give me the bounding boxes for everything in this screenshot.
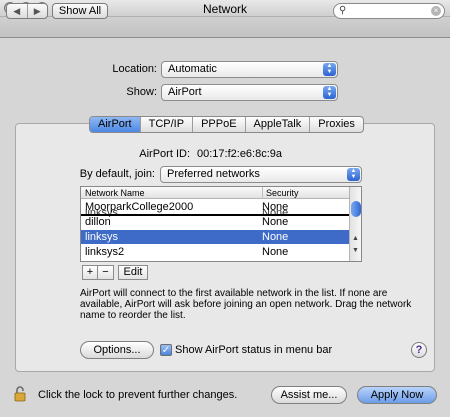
table-header: Network Name Security xyxy=(81,187,349,199)
table-row[interactable]: dillon None xyxy=(81,215,349,229)
scroll-down-icon[interactable]: ▼ xyxy=(350,247,361,254)
show-label: Show: xyxy=(126,86,157,98)
show-status-label[interactable]: Show AirPort status in menu bar xyxy=(175,344,332,356)
help-button[interactable]: ? xyxy=(411,342,427,358)
join-label: By default, join: xyxy=(79,168,155,180)
preferred-networks-table[interactable]: Network Name Security MoorparkCollege200… xyxy=(80,186,362,262)
toolbar xyxy=(0,17,450,38)
tab-appletalk[interactable]: AppleTalk xyxy=(244,117,310,132)
tab-airport[interactable]: AirPort xyxy=(90,117,140,132)
search-icon: ⚲ xyxy=(339,5,347,16)
show-popup[interactable]: AirPort ▲ ▼ xyxy=(161,84,338,101)
airport-id-value: 00:17:f2:e6:8c:9a xyxy=(197,148,283,160)
network-security: None xyxy=(262,231,289,243)
show-value: AirPort xyxy=(168,86,202,98)
back-arrow-icon[interactable]: ◀ xyxy=(7,4,27,18)
tab-tcpip[interactable]: TCP/IP xyxy=(139,117,192,132)
forward-arrow-icon[interactable]: ▶ xyxy=(26,4,48,18)
search-field[interactable]: ⚲ × xyxy=(333,3,445,19)
network-name: dillon xyxy=(85,216,111,228)
column-security[interactable]: Security xyxy=(262,187,299,199)
lock-icon[interactable] xyxy=(14,386,26,402)
popup-arrows-icon: ▲ ▼ xyxy=(323,63,336,76)
network-security: None xyxy=(262,246,289,258)
show-all-button[interactable]: Show All xyxy=(52,3,108,19)
airport-id-label: AirPort ID: xyxy=(139,148,190,160)
reorder-hint-text: AirPort will connect to the first availa… xyxy=(80,288,412,321)
location-popup[interactable]: Automatic ▲ ▼ xyxy=(161,61,338,78)
tab-bar: AirPort TCP/IP PPPoE AppleTalk Proxies xyxy=(89,116,364,133)
network-name: linksys xyxy=(85,231,119,243)
options-button[interactable]: Options... xyxy=(80,341,154,359)
table-scrollbar[interactable]: ▲ ▼ xyxy=(349,187,361,261)
assist-me-button[interactable]: Assist me... xyxy=(271,386,347,404)
location-value: Automatic xyxy=(168,63,217,75)
table-row[interactable]: linksys2 None xyxy=(81,245,349,259)
scroll-up-icon[interactable]: ▲ xyxy=(350,235,361,242)
show-status-checkbox[interactable]: ✓ xyxy=(160,344,172,356)
network-name: linksys2 xyxy=(85,246,125,258)
tab-pppoe[interactable]: PPPoE xyxy=(192,117,244,132)
column-network-name[interactable]: Network Name xyxy=(85,187,145,199)
join-value: Preferred networks xyxy=(167,168,260,180)
table-row-selected[interactable]: linksys None xyxy=(81,230,349,244)
scrollbar-thumb[interactable] xyxy=(351,201,361,217)
edit-network-button[interactable]: Edit xyxy=(118,265,148,280)
popup-arrows-icon: ▲ ▼ xyxy=(347,168,360,181)
apply-now-button[interactable]: Apply Now xyxy=(357,386,437,404)
back-forward-control[interactable]: ◀ ▶ xyxy=(6,3,48,19)
add-network-button[interactable]: + xyxy=(82,265,98,280)
network-security: None xyxy=(262,216,289,228)
popup-arrows-icon: ▲ ▼ xyxy=(323,86,336,99)
search-input[interactable] xyxy=(350,5,430,17)
remove-network-button[interactable]: − xyxy=(98,265,114,280)
location-label: Location: xyxy=(112,63,157,75)
lock-message: Click the lock to prevent further change… xyxy=(38,389,238,401)
clear-search-icon[interactable]: × xyxy=(431,6,441,16)
join-popup[interactable]: Preferred networks ▲ ▼ xyxy=(160,166,362,183)
tab-proxies[interactable]: Proxies xyxy=(309,117,363,132)
